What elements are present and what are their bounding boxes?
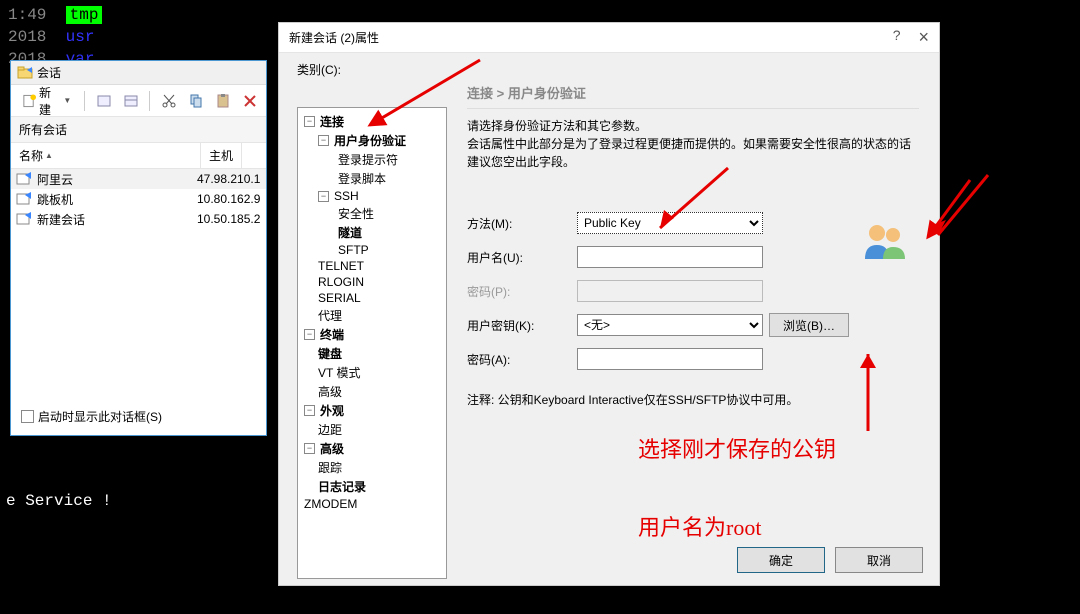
- copy-icon: [188, 93, 204, 109]
- dialog-titlebar[interactable]: 新建会话 (2)属性 ? ×: [279, 23, 939, 53]
- sessions-titlebar[interactable]: 会话: [11, 61, 266, 85]
- tree-ssh[interactable]: SSH: [334, 189, 359, 203]
- new-button[interactable]: 新建 ▼: [17, 90, 76, 112]
- ok-button[interactable]: 确定: [737, 547, 825, 573]
- tree-prompt[interactable]: 登录提示符: [338, 151, 398, 168]
- browse-button[interactable]: 浏览(B)…: [769, 313, 849, 337]
- tree-proxy[interactable]: 代理: [318, 307, 342, 324]
- tree-log[interactable]: 日志记录: [318, 478, 366, 495]
- tree-security[interactable]: 安全性: [338, 205, 374, 222]
- delete-button[interactable]: [239, 90, 260, 112]
- copy-button[interactable]: [185, 90, 206, 112]
- session-icon: [15, 211, 33, 227]
- tree-sftp[interactable]: SFTP: [338, 243, 369, 257]
- scissors-icon: [161, 93, 177, 109]
- sessions-list: 阿里云 47.98.210.1 跳板机 10.80.162.9 新建会话 10.…: [11, 169, 266, 229]
- list-item[interactable]: 新建会话 10.50.185.2: [11, 209, 266, 229]
- minus-icon[interactable]: −: [318, 191, 329, 202]
- tree-margin[interactable]: 边距: [318, 421, 342, 438]
- minus-icon[interactable]: −: [304, 405, 315, 416]
- sessions-tab[interactable]: 所有会话: [11, 117, 266, 143]
- category-label: 类别(C):: [297, 61, 341, 78]
- label-key: 用户密钥(K):: [467, 317, 577, 334]
- tree-adv2[interactable]: 高级: [320, 440, 344, 457]
- sessions-toolbar: 新建 ▼: [11, 85, 266, 117]
- x-icon: [242, 93, 258, 109]
- label-pass2: 密码(A):: [467, 351, 577, 368]
- list-item[interactable]: 跳板机 10.80.162.9: [11, 189, 266, 209]
- hdr-name[interactable]: 名称▲: [11, 143, 201, 168]
- category-tree[interactable]: −连接 −用户身份验证 登录提示符 登录脚本 −SSH 安全性 隧道 SFTP …: [297, 107, 447, 579]
- properties-dialog: 新建会话 (2)属性 ? × 类别(C): −连接 −用户身份验证 登录提示符 …: [278, 22, 940, 586]
- list-item[interactable]: 阿里云 47.98.210.1: [11, 169, 266, 189]
- note: 注释: 公钥和Keyboard Interactive仅在SSH/SFTP协议中…: [467, 391, 919, 408]
- minus-icon[interactable]: −: [318, 135, 329, 146]
- label-method: 方法(M):: [467, 215, 577, 232]
- sessions-window: 会话 新建 ▼ 所有会话 名称▲ 主机 阿里云 47.98.210.1 跳板机 …: [10, 60, 267, 436]
- tree-conn[interactable]: 连接: [320, 113, 344, 130]
- tree-advanced[interactable]: 高级: [318, 383, 342, 400]
- breadcrumb: 连接 > 用户身份验证: [467, 83, 919, 109]
- description: 请选择身份验证方法和其它参数。 会话属性中此部分是为了登录过程更便捷而提供的。如…: [467, 117, 919, 171]
- username-input[interactable]: [577, 246, 763, 268]
- hdr-host[interactable]: 主机: [201, 143, 242, 168]
- sessions-list-header: 名称▲ 主机: [11, 143, 266, 169]
- tree-keyboard[interactable]: 键盘: [318, 345, 342, 362]
- help-button[interactable]: ?: [893, 27, 901, 48]
- minus-icon[interactable]: −: [304, 329, 315, 340]
- password-input: [577, 280, 763, 302]
- new-label: 新建: [39, 84, 61, 118]
- tree-trace[interactable]: 跟踪: [318, 459, 342, 476]
- close-button[interactable]: ×: [918, 27, 929, 48]
- tree-rlogin[interactable]: RLOGIN: [318, 275, 364, 289]
- cut-button[interactable]: [158, 90, 179, 112]
- minus-icon[interactable]: −: [304, 443, 315, 454]
- tree-telnet[interactable]: TELNET: [318, 259, 364, 273]
- minus-icon[interactable]: −: [304, 116, 315, 127]
- method-select[interactable]: Public Key: [577, 212, 763, 234]
- paste-icon: [215, 93, 231, 109]
- tree-look[interactable]: 外观: [320, 402, 344, 419]
- users-icon: [861, 221, 909, 261]
- tree-script[interactable]: 登录脚本: [338, 170, 386, 187]
- tb-btn-2[interactable]: [120, 90, 141, 112]
- chevron-down-icon: ▼: [63, 96, 71, 105]
- dialog-title: 新建会话 (2)属性: [289, 29, 379, 46]
- new-icon: [22, 93, 37, 109]
- session-icon: [15, 191, 33, 207]
- tree-tunnel[interactable]: 隧道: [338, 224, 362, 241]
- tb-btn-1[interactable]: [93, 90, 114, 112]
- folder-icon: [17, 65, 33, 81]
- paste-button[interactable]: [212, 90, 233, 112]
- checkbox-icon[interactable]: [21, 410, 34, 423]
- sessions-title: 会话: [37, 64, 61, 81]
- startup-option[interactable]: 启动时显示此对话框(S): [21, 408, 162, 425]
- tree-serial[interactable]: SERIAL: [318, 291, 361, 305]
- session-icon: [15, 171, 33, 187]
- tree-auth[interactable]: 用户身份验证: [334, 132, 406, 149]
- tree-zmodem[interactable]: ZMODEM: [304, 497, 357, 511]
- label-pass: 密码(P):: [467, 283, 577, 300]
- cancel-button[interactable]: 取消: [835, 547, 923, 573]
- tree-vt[interactable]: VT 模式: [318, 364, 360, 381]
- keypass-input[interactable]: [577, 348, 763, 370]
- tree-terminal[interactable]: 终端: [320, 326, 344, 343]
- userkey-select[interactable]: <无>: [577, 314, 763, 336]
- label-user: 用户名(U):: [467, 249, 577, 266]
